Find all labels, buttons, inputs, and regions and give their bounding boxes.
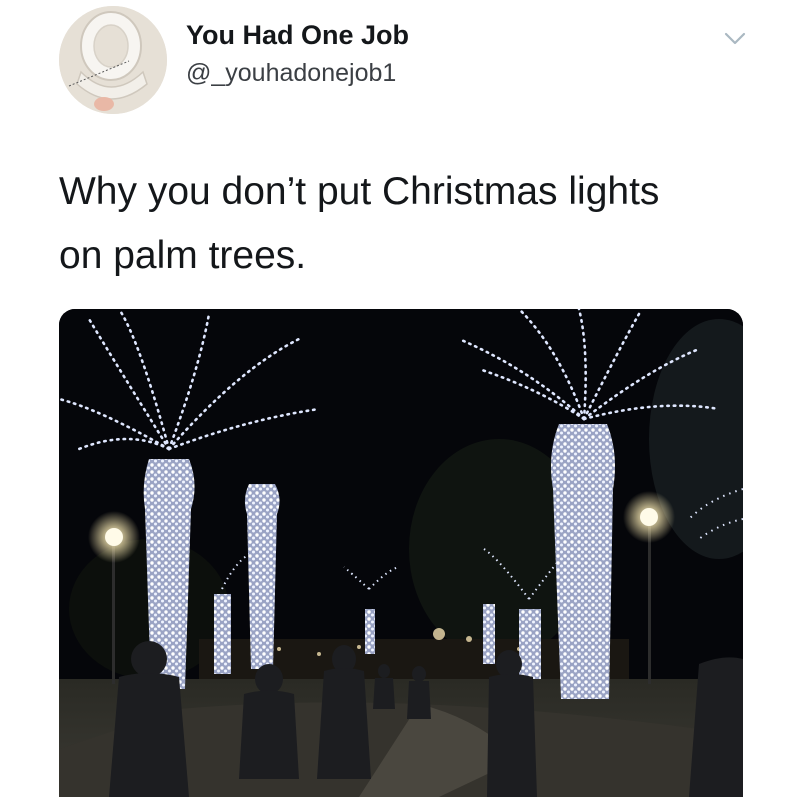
tweet-text: Why you don’t put Christmas lights on pa… <box>59 160 759 288</box>
tweet-text-line-2: on palm trees. <box>59 234 307 277</box>
author-handle[interactable]: @_youhadonejob1 <box>186 59 396 88</box>
avatar[interactable] <box>59 6 167 114</box>
tweet-photo[interactable] <box>59 309 743 797</box>
author-name[interactable]: You Had One Job <box>186 20 409 51</box>
chevron-down-icon[interactable] <box>721 28 749 48</box>
toilet-seat-icon <box>59 6 167 114</box>
palm-trees-lights-image <box>59 309 743 797</box>
tweet-text-line-1: Why you don’t put Christmas lights <box>59 170 660 213</box>
